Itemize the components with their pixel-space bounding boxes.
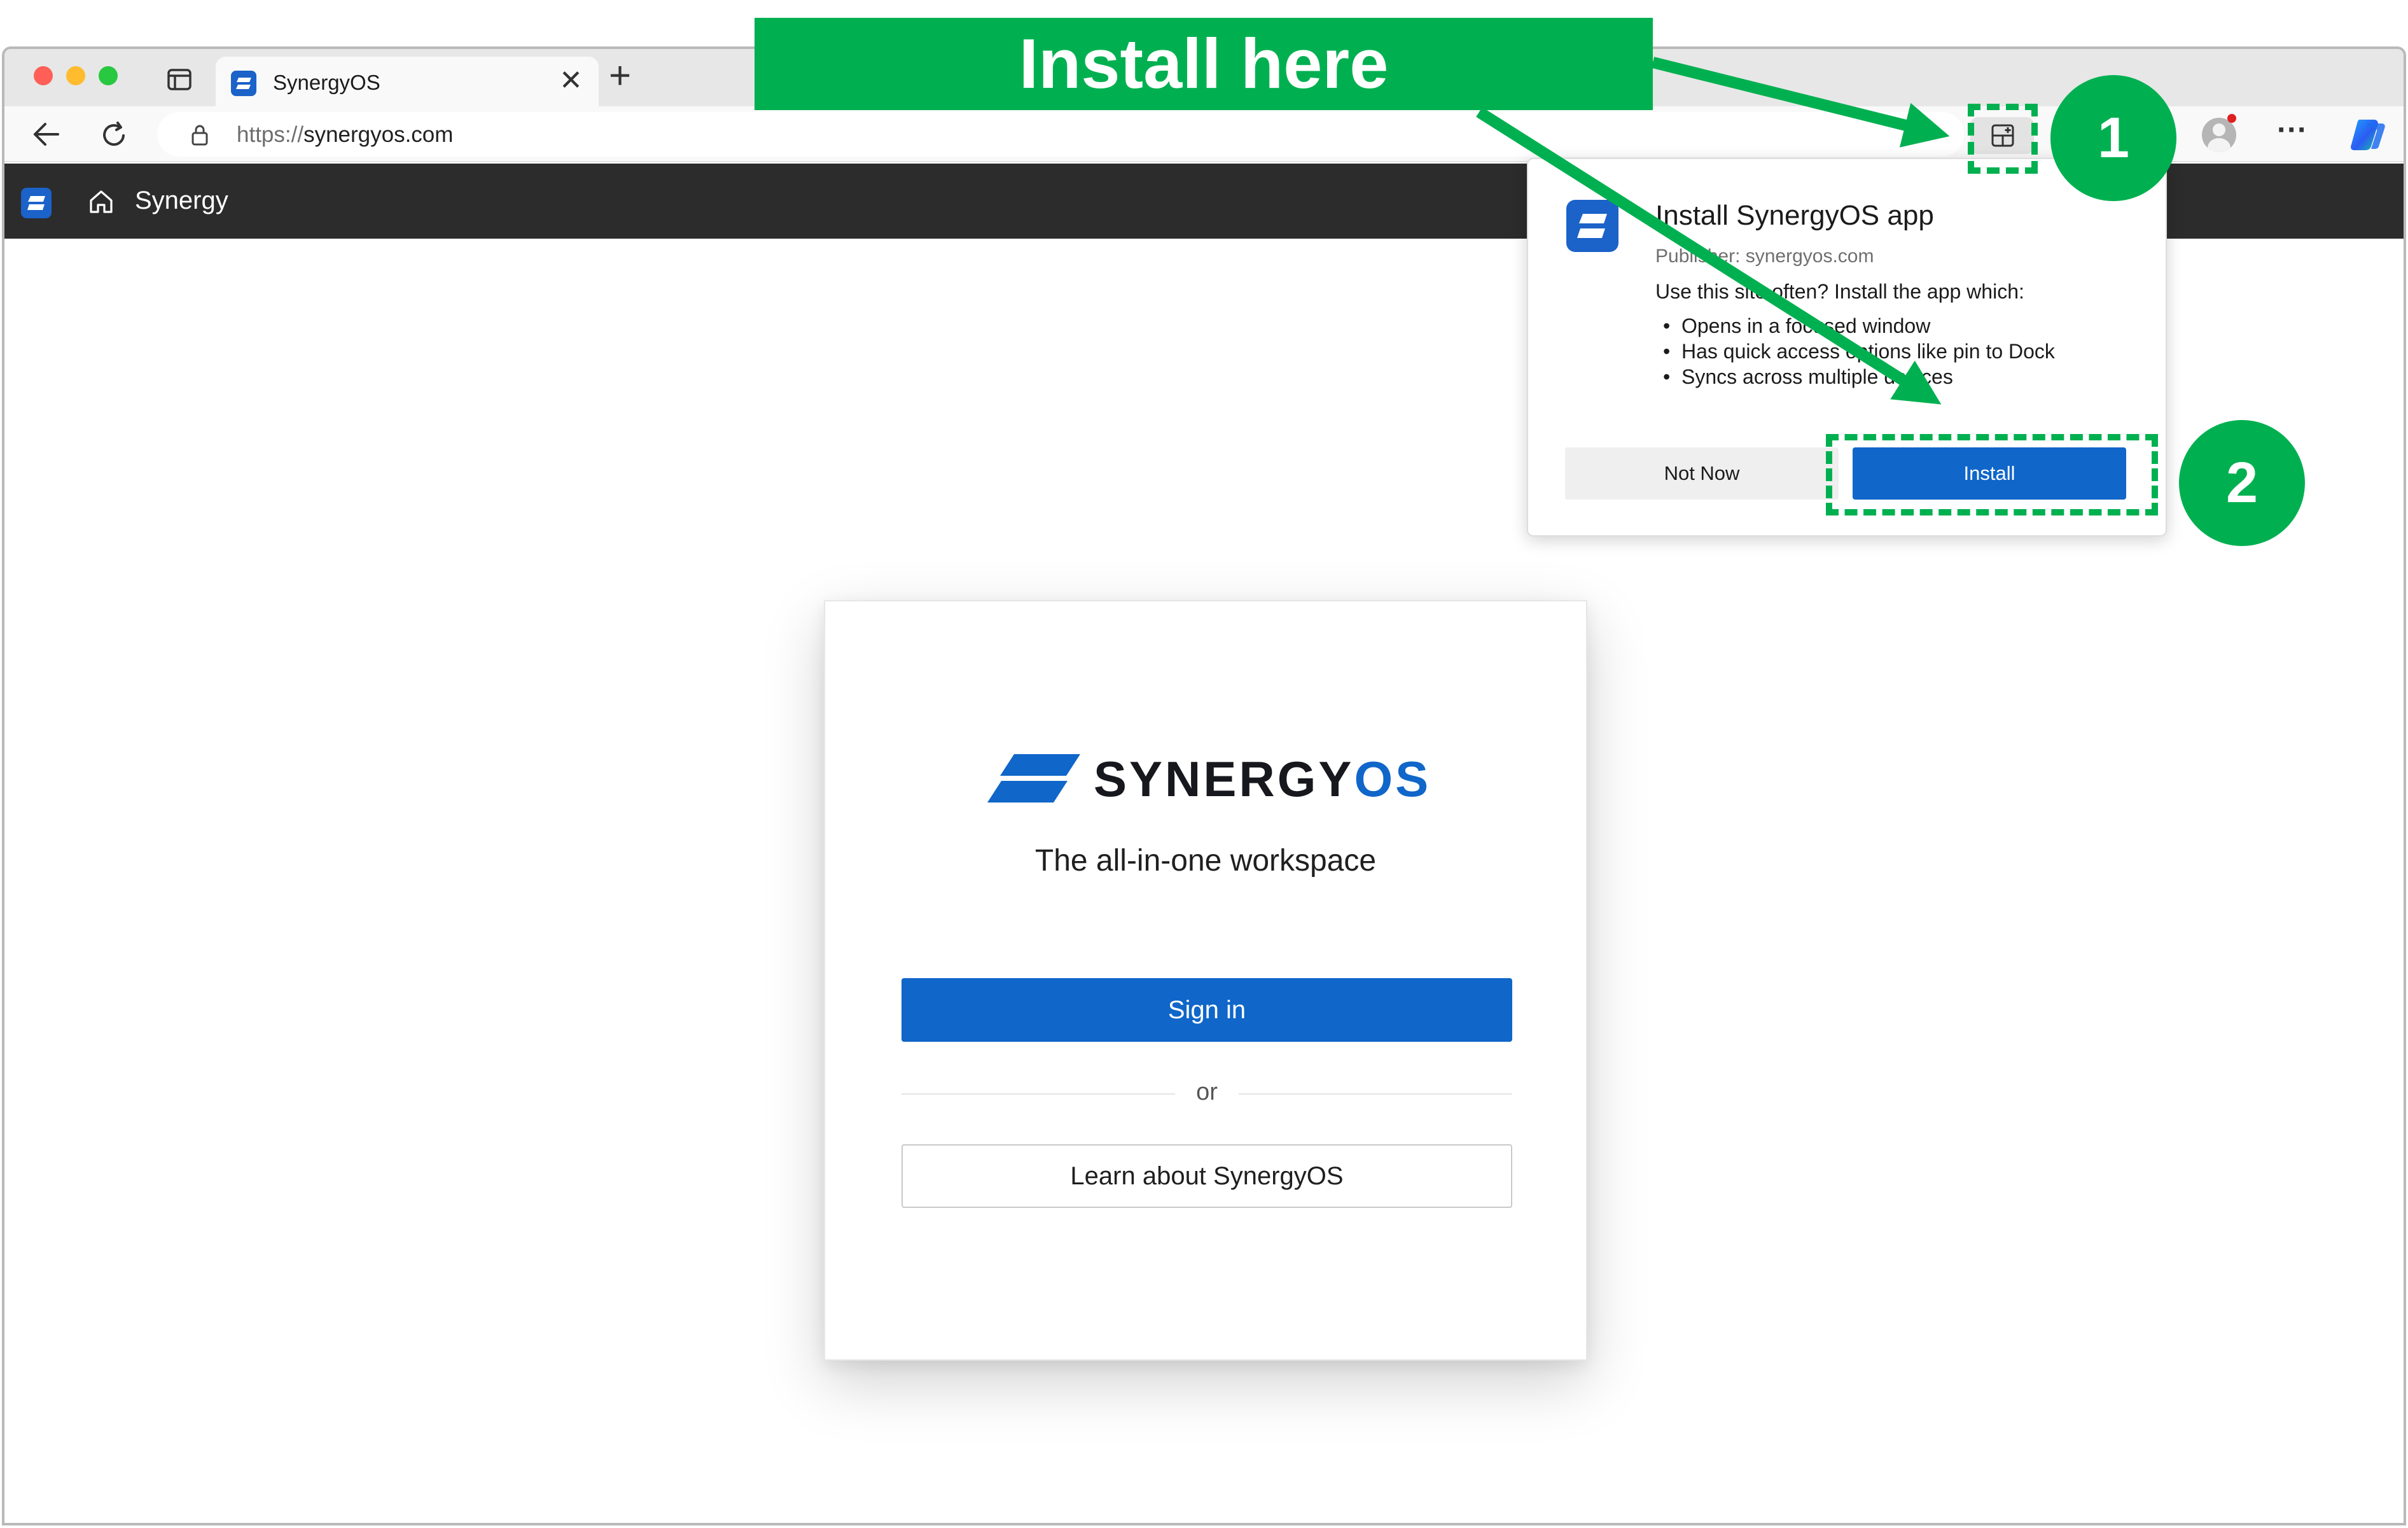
tab-actions-icon[interactable] [167, 68, 192, 91]
url-scheme: https:// [237, 122, 304, 147]
notification-dot [2227, 114, 2236, 123]
synergyos-favicon [231, 71, 256, 96]
feature-item: • Has quick access options like pin to D… [1663, 340, 2055, 363]
install-button-highlight [1826, 434, 2158, 515]
install-icon-highlight [1968, 104, 2038, 174]
copilot-icon[interactable] [2348, 116, 2388, 153]
feature-item: • Syncs across multiple devices [1663, 365, 1953, 388]
signin-card: SYNERGYOS The all-in-one workspace Sign … [824, 600, 1587, 1361]
tagline: The all-in-one workspace [1034, 844, 1377, 878]
tab-title: SynergyOS [273, 71, 380, 94]
divider-left [901, 1093, 1175, 1095]
back-arrow-icon[interactable] [31, 120, 60, 148]
browser-toolbar: https://synergyos.com ··· [4, 106, 2404, 162]
synergy-logo-icon [21, 188, 52, 218]
minimize-window-button[interactable] [66, 66, 85, 85]
not-now-button[interactable]: Not Now [1565, 447, 1839, 500]
url-text: https://synergyos.com [237, 122, 453, 148]
synergyos-logo-icon [987, 754, 1080, 803]
popup-title: Install SynergyOS app [1655, 200, 1934, 231]
url-host: synergyos.com [303, 122, 454, 147]
divider-right [1239, 1093, 1512, 1095]
feature-item: • Opens in a focused window [1663, 314, 1931, 337]
install-here-banner: Install here [755, 18, 1653, 110]
brand-accent: OS [1354, 751, 1431, 807]
lock-icon[interactable] [190, 123, 209, 146]
reload-icon[interactable] [100, 120, 129, 150]
popup-question: Use this site often? Install the app whi… [1655, 280, 2024, 303]
address-bar[interactable]: https://synergyos.com [157, 112, 1964, 157]
learn-about-button[interactable]: Learn about SynergyOS [901, 1144, 1512, 1208]
tab-synergyos[interactable]: SynergyOS ✕ [216, 57, 599, 108]
brand-wordmark: SYNERGYOS [1094, 750, 1431, 808]
maximize-window-button[interactable] [99, 66, 118, 85]
home-icon[interactable] [87, 188, 115, 216]
step-1-badge: 1 [2050, 75, 2176, 201]
close-window-button[interactable] [34, 66, 53, 85]
profile-avatar[interactable] [2202, 118, 2236, 152]
brand-main: SYNERGY [1094, 751, 1354, 807]
more-menu-icon[interactable]: ··· [2277, 113, 2307, 148]
step-2-badge: 2 [2179, 420, 2305, 546]
tab-close-icon[interactable]: ✕ [559, 64, 583, 97]
new-tab-button[interactable]: + [609, 57, 631, 95]
or-separator: or [1196, 1079, 1218, 1105]
signin-button[interactable]: Sign in [901, 978, 1512, 1042]
popup-publisher: Publisher: synergyos.com [1655, 246, 1874, 267]
app-icon [1566, 200, 1618, 252]
app-title: Synergy [135, 186, 228, 214]
